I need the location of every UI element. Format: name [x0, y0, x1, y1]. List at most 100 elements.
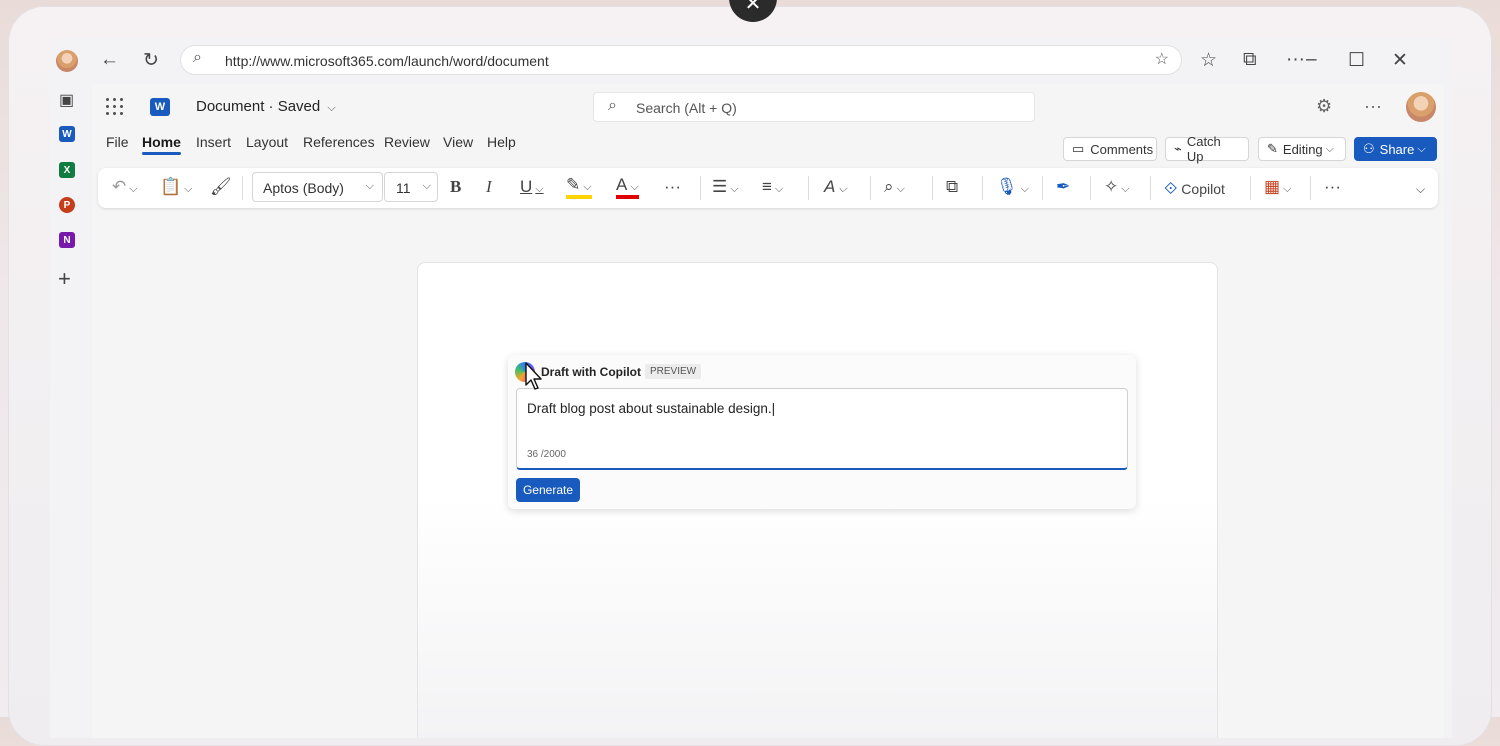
search-icon: ⌕ — [193, 49, 202, 66]
tab-home[interactable]: Home — [142, 134, 181, 155]
reuse-files-icon[interactable]: ⧉ — [946, 177, 958, 197]
browser-toolbar: ← ↻ ⌕ http://www.microsoft365.com/launch… — [50, 38, 1452, 84]
powerpoint-app-icon[interactable]: P — [59, 197, 75, 213]
url-text: http://www.microsoft365.com/launch/word/… — [225, 53, 549, 69]
more-formatting-icon[interactable]: ··· — [664, 177, 681, 197]
copilot-button[interactable]: ⟐ Copilot — [1164, 179, 1225, 199]
window-close-icon[interactable]: ✕ — [1392, 49, 1408, 72]
pencil-icon: ✎ — [1267, 141, 1278, 156]
share-button[interactable]: ⚇ Share ⌵ — [1354, 137, 1437, 161]
dictate-microphone-icon[interactable]: 🎙 ⌵ — [996, 177, 1029, 197]
tab-help[interactable]: Help — [487, 134, 516, 150]
tabs-icon[interactable]: ▣ — [59, 90, 74, 110]
ribbon-tabs: File Home Insert Layout References Revie… — [92, 134, 792, 160]
copilot-icon: ⟐ — [1164, 179, 1178, 198]
divider — [1310, 176, 1311, 200]
divider — [242, 176, 243, 200]
align-icon[interactable]: ≡ ⌵ — [762, 177, 783, 197]
document-page[interactable]: Draft with Copilot PREVIEW Draft blog po… — [417, 262, 1218, 738]
tab-view[interactable]: View — [443, 134, 473, 150]
search-input[interactable]: ⌕ Search (Alt + Q) — [593, 92, 1035, 122]
app-launcher-icon[interactable] — [104, 96, 124, 116]
browser-window: ← ↻ ⌕ http://www.microsoft365.com/launch… — [50, 38, 1452, 738]
word-app-icon[interactable]: W — [59, 126, 75, 142]
copilot-prompt-input[interactable]: Draft blog post about sustainable design… — [516, 388, 1128, 470]
comment-icon: ▭ — [1072, 141, 1085, 156]
chevron-down-icon: ⌵ — [1325, 142, 1334, 155]
font-size-dropdown[interactable]: 11 ⌵ — [384, 172, 438, 202]
maximize-icon[interactable]: ☐ — [1348, 49, 1365, 72]
search-icon: ⌕ — [608, 97, 617, 114]
add-icon[interactable]: + — [58, 266, 71, 292]
chevron-down-icon: ⌵ — [1417, 142, 1426, 155]
copilot-draft-panel: Draft with Copilot PREVIEW Draft blog po… — [508, 355, 1136, 509]
tab-insert[interactable]: Insert — [196, 134, 231, 150]
divider — [932, 176, 933, 200]
prompt-text: Draft blog post about sustainable design… — [527, 401, 776, 416]
word-logo-icon: W — [150, 98, 170, 116]
highlight-icon[interactable]: ✎ ⌵ — [566, 176, 592, 199]
more-commands-icon[interactable]: ··· — [1324, 177, 1341, 197]
designer-wand-icon[interactable]: ✧ ⌵ — [1104, 177, 1130, 197]
editor-icon[interactable]: ✒ — [1056, 177, 1070, 197]
mouse-pointer-icon — [525, 362, 542, 390]
divider — [1250, 176, 1251, 200]
pulse-icon: ⌁ — [1174, 141, 1182, 156]
undo-icon[interactable]: ↶ ⌵ — [112, 177, 138, 197]
italic-icon[interactable]: I — [486, 177, 492, 197]
format-painter-icon[interactable]: 🖌 — [210, 177, 232, 197]
tab-references[interactable]: References — [303, 134, 375, 150]
tab-file[interactable]: File — [106, 134, 129, 150]
more-icon[interactable]: ··· — [1364, 96, 1382, 117]
excel-app-icon[interactable]: X — [59, 162, 75, 178]
preview-badge: PREVIEW — [645, 364, 702, 379]
chevron-down-icon: ⌵ — [365, 180, 374, 192]
address-bar[interactable]: ⌕ http://www.microsoft365.com/launch/wor… — [180, 45, 1182, 75]
styles-icon[interactable]: A ⌵ — [824, 177, 847, 197]
divider — [1042, 176, 1043, 200]
divider — [1150, 176, 1151, 200]
ribbon-toolbar: ↶ ⌵ 📋 ⌵ 🖌 Aptos (Body) ⌵ 11 ⌵ B I U ⌵ ✎ ⌵ A ⌵… — [98, 168, 1438, 208]
find-icon[interactable]: ⌕ ⌵ — [884, 177, 905, 197]
chevron-down-icon: ⌵ — [327, 102, 336, 114]
share-people-icon: ⚇ — [1363, 141, 1375, 156]
add-favorite-icon[interactable]: ☆ — [1155, 49, 1169, 69]
catch-up-button[interactable]: ⌁ Catch Up — [1165, 134, 1249, 164]
document-title[interactable]: Document · Saved ⌵ — [196, 98, 336, 115]
bullets-icon[interactable]: ☰ ⌵ — [712, 177, 739, 197]
add-ins-grid-icon[interactable]: ▦ ⌵ — [1264, 177, 1291, 197]
app-header: W Document · Saved ⌵ ⌕ Search (Alt + Q) … — [92, 84, 1444, 128]
underline-icon[interactable]: U ⌵ — [520, 177, 544, 197]
generate-button[interactable]: Generate — [516, 478, 580, 502]
divider — [808, 176, 809, 200]
paste-clipboard-icon[interactable]: 📋 ⌵ — [160, 177, 193, 197]
tab-review[interactable]: Review — [384, 134, 430, 150]
bold-icon[interactable]: B — [450, 177, 461, 197]
comments-button[interactable]: ▭ Comments — [1063, 137, 1157, 161]
back-arrow-icon[interactable]: ← — [100, 49, 119, 71]
user-avatar[interactable] — [1406, 92, 1436, 122]
search-placeholder: Search (Alt + Q) — [636, 100, 737, 116]
copilot-panel-title: Draft with Copilot — [541, 365, 641, 379]
font-family-dropdown[interactable]: Aptos (Body) ⌵ — [252, 172, 383, 202]
tab-layout[interactable]: Layout — [246, 134, 288, 150]
character-count: 36 /2000 — [527, 449, 566, 460]
divider — [982, 176, 983, 200]
collections-icon[interactable]: ⧉ — [1243, 49, 1257, 71]
more-options-icon[interactable]: ··· — [1286, 49, 1305, 71]
minimize-icon[interactable]: – — [1306, 49, 1317, 71]
font-color-icon[interactable]: A ⌵ — [616, 176, 639, 199]
chevron-down-icon: ⌵ — [422, 180, 431, 192]
onenote-app-icon[interactable]: N — [59, 232, 75, 248]
divider — [870, 176, 871, 200]
app-rail: ▣ W X P N + — [50, 84, 90, 738]
profile-avatar[interactable] — [56, 50, 78, 72]
favorites-icon[interactable]: ☆ — [1200, 49, 1217, 72]
expand-ribbon-icon[interactable]: ⌵ — [1416, 182, 1425, 197]
settings-gear-icon[interactable]: ⚙ — [1316, 96, 1332, 117]
refresh-icon[interactable]: ↻ — [143, 49, 159, 72]
editing-mode-button[interactable]: ✎ Editing ⌵ — [1258, 137, 1346, 161]
divider — [1090, 176, 1091, 200]
word-app: W Document · Saved ⌵ ⌕ Search (Alt + Q) … — [92, 84, 1444, 738]
divider — [700, 176, 701, 200]
